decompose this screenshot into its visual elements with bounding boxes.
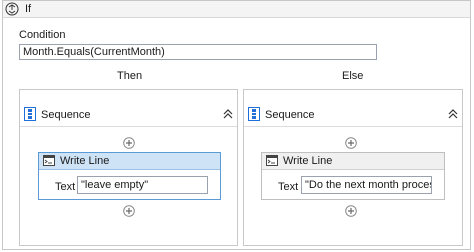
condition-label: Condition	[19, 29, 66, 41]
sequence-icon	[248, 107, 260, 121]
write-line-header[interactable]: Write Line	[39, 153, 220, 170]
collapse-chevrons-up-icon[interactable]	[448, 109, 458, 119]
then-write-line-activity[interactable]: Write Line Text "leave empty"	[38, 152, 221, 200]
then-sequence-title: Sequence	[41, 109, 91, 121]
else-branch[interactable]: Sequence Write Line Text "Do the next mo…	[243, 89, 463, 246]
then-branch[interactable]: Sequence Write Line Text "leave empty"	[19, 89, 238, 246]
text-input[interactable]: "leave empty"	[77, 176, 208, 194]
else-sequence-title: Sequence	[265, 109, 315, 121]
add-activity-plus-icon[interactable]	[345, 137, 357, 149]
if-activity-title: If	[25, 3, 32, 15]
add-activity-plus-icon[interactable]	[123, 205, 135, 217]
then-label: Then	[117, 70, 143, 82]
add-activity-plus-icon[interactable]	[345, 205, 357, 217]
if-activity-header[interactable]: If	[3, 1, 470, 18]
sequence-divider	[244, 126, 462, 127]
else-write-line-activity[interactable]: Write Line Text "Do the next month proce…	[261, 152, 445, 200]
condition-input[interactable]: Month.Equals(CurrentMonth)	[19, 44, 377, 60]
sequence-divider	[20, 126, 237, 127]
text-label: Text	[55, 181, 76, 193]
add-activity-plus-icon[interactable]	[123, 137, 135, 149]
collapse-chevrons-up-icon[interactable]	[223, 109, 233, 119]
write-line-icon	[266, 155, 278, 166]
if-activity[interactable]: If Condition Month.Equals(CurrentMonth) …	[2, 0, 471, 250]
else-label: Else	[342, 70, 364, 82]
write-line-title: Write Line	[283, 155, 333, 167]
text-label: Text	[278, 181, 299, 193]
then-sequence-header[interactable]: Sequence	[20, 90, 237, 138]
else-sequence-header[interactable]: Sequence	[244, 90, 462, 138]
sequence-icon	[24, 107, 36, 121]
write-line-title: Write Line	[60, 155, 110, 167]
write-line-icon	[43, 155, 55, 166]
if-activity-icon	[5, 2, 19, 16]
text-input[interactable]: "Do the next month process"	[301, 176, 432, 194]
write-line-header[interactable]: Write Line	[262, 153, 444, 170]
